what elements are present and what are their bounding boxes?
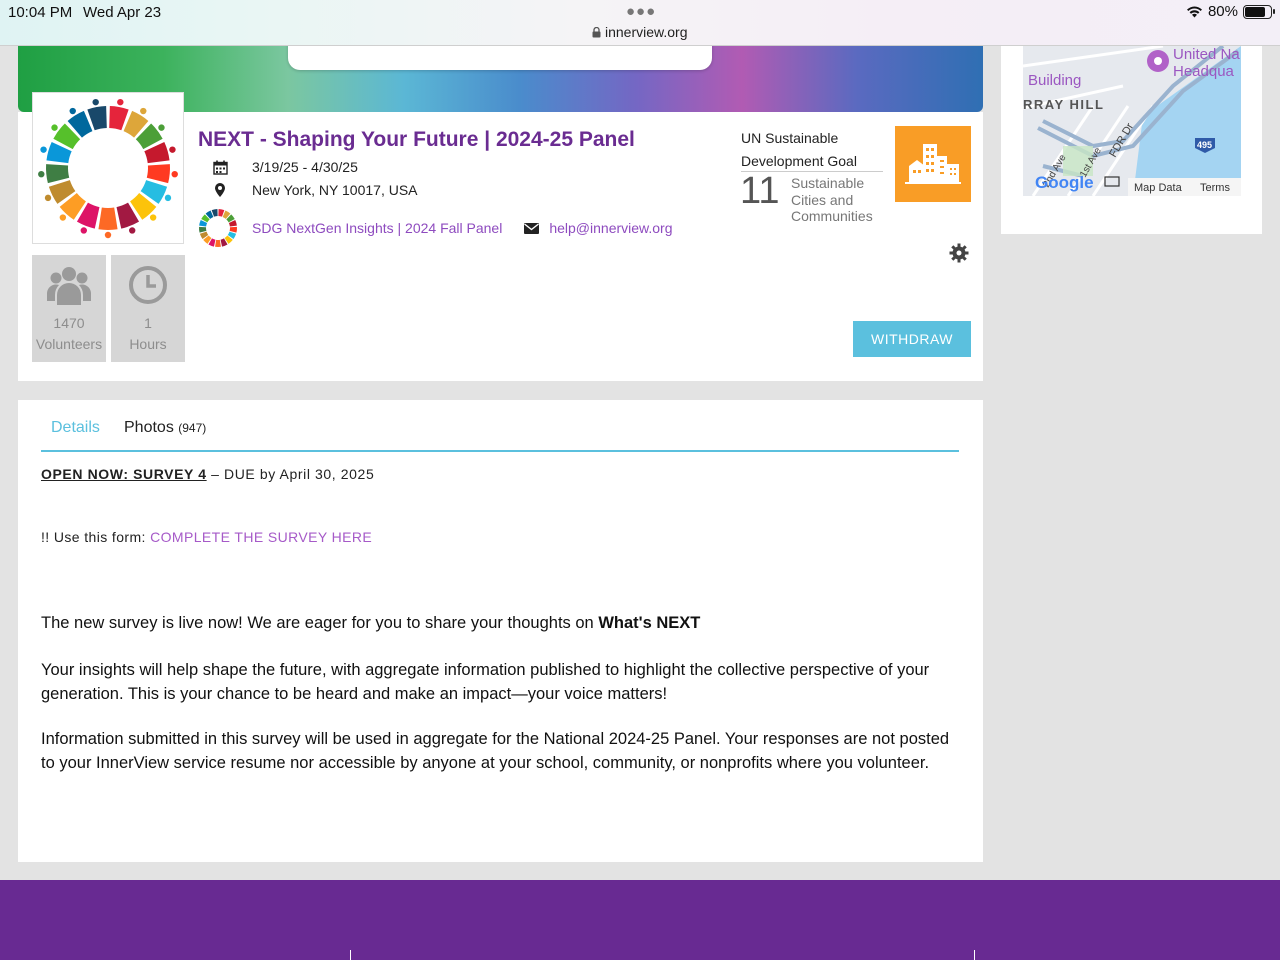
sdg-wheel-figure-head: [158, 124, 165, 131]
organization-link[interactable]: SDG NextGen Insights | 2024 Fall Panel: [252, 220, 502, 236]
sdg-wheel-figure-head: [117, 98, 124, 106]
organization-row: SDG NextGen Insights | 2024 Fall Panel h…: [198, 208, 673, 248]
map-label-murray-hill: RRAY HILL: [1023, 97, 1104, 112]
sdg-goal-name-line1: Sustainable: [791, 175, 865, 191]
event-location: New York, NY 10017, USA: [252, 182, 418, 198]
settings-gear-icon[interactable]: [949, 243, 969, 263]
sdg-heading: UN Sustainable Development Goal: [741, 127, 881, 173]
clock-time: 10:04 PM: [8, 4, 73, 21]
complete-survey-link[interactable]: COMPLETE THE SURVEY HERE: [150, 529, 372, 545]
sdg-wheel-figure-head: [44, 194, 52, 202]
map-label-un: United Na: [1173, 46, 1240, 63]
sdg-wheel-figure-head: [38, 170, 45, 178]
sdg-wheel-segment: [146, 164, 170, 184]
paragraph-privacy: Information submitted in this survey wil…: [41, 730, 950, 772]
sdg-wheel-figure-head: [129, 227, 136, 234]
wifi-icon: [1186, 6, 1202, 18]
hours-label: Hours: [129, 336, 167, 352]
hours-count: 1: [144, 315, 152, 331]
withdraw-button[interactable]: WITHDRAW: [853, 321, 971, 357]
battery-icon: [1243, 4, 1275, 19]
sdg-goal-name-line3: Communities: [791, 208, 873, 224]
calendar-icon: [212, 160, 228, 175]
sdg-wheel-figure-head: [69, 107, 76, 115]
clock-icon: [129, 266, 167, 304]
url-text: innerview.org: [605, 24, 688, 40]
footer-divider: [974, 950, 975, 960]
google-logo: Google: [1035, 173, 1094, 192]
event-location-row: New York, NY 10017, USA: [212, 182, 418, 198]
sdg-heading-line1: UN Sustainable: [741, 130, 839, 146]
battery-percent: 80%: [1207, 3, 1238, 20]
survey-status-line: OPEN NOW: SURVEY 4 – DUE by April 30, 20…: [41, 466, 374, 482]
sdg-wheel-figure-head: [149, 214, 157, 221]
sdg-wheel-segment: [229, 226, 237, 233]
sdg-goal-name: Sustainable Cities and Communities: [791, 175, 901, 225]
users-icon: [47, 267, 91, 305]
event-dates: 3/19/25 - 4/30/25: [252, 159, 358, 175]
volunteers-label: Volunteers: [35, 336, 103, 352]
tab-details[interactable]: Details: [51, 419, 100, 437]
sdg-goal-name-line2: Cities and: [791, 191, 854, 208]
paragraph-survey-live: The new survey is live now! We are eager…: [41, 612, 961, 636]
form-instruction: !! Use this form: COMPLETE THE SURVEY HE…: [41, 529, 372, 545]
volunteers-count: 1470: [53, 315, 85, 331]
sdg-wheel-segment: [215, 239, 221, 247]
sdg-wheel-figure-head: [92, 98, 99, 106]
sdg-wheel-figure-head: [59, 214, 67, 221]
lock-icon: [592, 26, 601, 37]
sdg-wheel-figure-head: [40, 146, 47, 153]
photos-count: (947): [178, 421, 207, 435]
sdg-wheel-figure-head: [104, 231, 112, 239]
event-dates-row: 3/19/25 - 4/30/25: [212, 159, 358, 175]
paragraph-survey-live-text: The new survey is live now! We are eager…: [41, 614, 599, 632]
tab-bar: Details Photos (947): [41, 400, 959, 452]
sdg-wheel-figure-head: [171, 170, 178, 178]
map-label-hq: Headqua: [1173, 63, 1235, 80]
location-map[interactable]: United Na Headqua Building RRAY HILL FDR…: [1023, 46, 1241, 196]
sdg-wheel-logo: [38, 98, 178, 239]
contact-email-link[interactable]: help@innerview.org: [549, 220, 672, 236]
sdg-11-badge: [895, 126, 971, 202]
sdg-wheel-figure-head: [140, 107, 147, 115]
map-label-building: Building: [1028, 72, 1081, 89]
due-date: – DUE by April 30, 2025: [206, 466, 375, 482]
whats-next-emphasis: What's NEXT: [598, 614, 701, 632]
envelope-icon: [524, 222, 540, 234]
event-logo: [32, 92, 184, 244]
sdg-wheel-segment: [199, 226, 207, 233]
volunteers-stat: 1470 Volunteers: [32, 255, 106, 362]
address-bar[interactable]: innerview.org: [592, 24, 688, 40]
city-buildings-icon: [905, 144, 961, 184]
browser-status-bar: 10:04 PM Wed Apr 23 ●●● innerview.org 80…: [0, 0, 1280, 46]
system-indicators: 80%: [1186, 3, 1275, 20]
map-terms-link[interactable]: Terms: [1200, 182, 1230, 194]
event-details-card: Details Photos (947) OPEN NOW: SURVEY 4 …: [18, 400, 983, 862]
sdg-wheel-segment: [46, 164, 70, 184]
map-label-495: 495: [1197, 140, 1212, 150]
tab-options-dots[interactable]: ●●●: [626, 3, 656, 20]
banner-search-box[interactable]: [288, 46, 712, 70]
clock-date: Wed Apr 23: [83, 4, 162, 21]
sdg-wheel-figure-head: [169, 146, 176, 153]
event-title: NEXT - Shaping Your Future | 2024-25 Pan…: [198, 128, 635, 151]
site-footer: [0, 880, 1280, 960]
form-prefix: !! Use this form:: [41, 529, 151, 545]
sdg-number: 11: [740, 170, 780, 212]
sdg-wheel-segment: [98, 207, 118, 230]
sdg-wheel-figure-head: [51, 124, 58, 131]
organization-logo[interactable]: [198, 208, 238, 248]
event-summary-card: 1470 Volunteers 1 Hours NEXT - Shaping Y…: [18, 92, 983, 381]
paragraph-insights: Your insights will help shape the future…: [41, 661, 930, 703]
tab-photos-label: Photos: [124, 419, 174, 436]
map-card: United Na Headqua Building RRAY HILL FDR…: [1001, 46, 1262, 234]
sdg-wheel-figure-head: [80, 227, 87, 234]
sdg-wheel-figure-head: [164, 194, 172, 202]
tab-photos[interactable]: Photos (947): [124, 419, 206, 437]
footer-divider: [350, 950, 351, 960]
map-data-link[interactable]: Map Data: [1134, 182, 1183, 194]
map-marker-icon: [212, 183, 228, 197]
hours-stat: 1 Hours: [111, 255, 185, 362]
open-now-label: OPEN NOW: SURVEY 4: [41, 466, 207, 482]
